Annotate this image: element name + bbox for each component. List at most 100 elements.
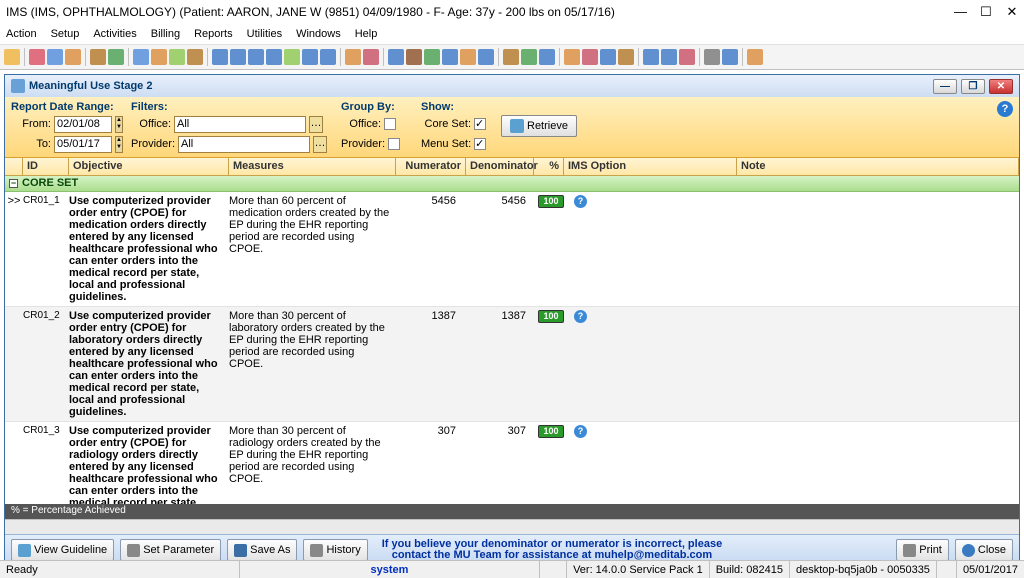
provider-input[interactable]	[178, 136, 310, 153]
retrieve-button[interactable]: Retrieve	[501, 115, 577, 137]
toolbar-icon[interactable]	[345, 49, 361, 65]
menu-setup[interactable]: Setup	[51, 28, 80, 40]
toolbar-icon[interactable]	[503, 49, 519, 65]
from-date-input[interactable]	[54, 116, 112, 133]
to-date-input[interactable]	[54, 136, 112, 153]
toolbar-icon[interactable]	[320, 49, 336, 65]
menu-action[interactable]: Action	[6, 28, 37, 40]
help-icon[interactable]: ?	[997, 101, 1013, 117]
collapse-icon[interactable]: −	[9, 179, 18, 188]
close-button[interactable]: ✕	[1006, 4, 1018, 20]
menu-activities[interactable]: Activities	[93, 28, 136, 40]
toolbar-icon[interactable]	[302, 49, 318, 65]
toolbar-icon[interactable]	[187, 49, 203, 65]
col-id[interactable]: ID	[23, 158, 69, 175]
menu-billing[interactable]: Billing	[151, 28, 180, 40]
table-row[interactable]: CR01_2Use computerized provider order en…	[5, 307, 1019, 422]
toolbar-icon[interactable]	[90, 49, 106, 65]
provider-lookup-button[interactable]: …	[313, 136, 327, 153]
panel-close-button[interactable]: ✕	[989, 79, 1013, 94]
toolbar-icon[interactable]	[151, 49, 167, 65]
toolbar-icon[interactable]	[65, 49, 81, 65]
from-spinner[interactable]: ▲▼	[115, 116, 123, 133]
row-percent: 100	[534, 310, 564, 418]
to-spinner[interactable]: ▲▼	[115, 136, 123, 153]
panel-title: Meaningful Use Stage 2	[29, 80, 152, 92]
office-lookup-button[interactable]: …	[309, 116, 323, 133]
minimize-button[interactable]: —	[954, 4, 966, 20]
toolbar-icon[interactable]	[679, 49, 695, 65]
toolbar-icon[interactable]	[212, 49, 228, 65]
toolbar-icon[interactable]	[600, 49, 616, 65]
menu-bar: Action Setup Activities Billing Reports …	[0, 24, 1024, 44]
group-office-checkbox[interactable]	[384, 118, 396, 130]
table-row[interactable]: >>CR01_1Use computerized provider order …	[5, 192, 1019, 307]
group-provider-checkbox[interactable]	[388, 138, 400, 150]
table-row[interactable]: CR01_3Use computerized provider order en…	[5, 422, 1019, 504]
col-imsoption[interactable]: IMS Option	[564, 158, 737, 175]
col-numerator[interactable]: Numerator	[396, 158, 466, 175]
toolbar-icon[interactable]	[363, 49, 379, 65]
office-input[interactable]	[174, 116, 306, 133]
toolbar-icon[interactable]	[478, 49, 494, 65]
toolbar-icon[interactable]	[722, 49, 738, 65]
info-icon[interactable]: ?	[574, 425, 587, 438]
panel-restore-button[interactable]: ❐	[961, 79, 985, 94]
col-percent[interactable]: %	[534, 158, 564, 175]
close-panel-button[interactable]: Close	[955, 539, 1013, 561]
toolbar-icon[interactable]	[108, 49, 124, 65]
coreset-checkbox[interactable]	[474, 118, 486, 130]
toolbar-icon[interactable]	[424, 49, 440, 65]
grid-body[interactable]: −CORE SET>>CR01_1Use computerized provid…	[5, 176, 1019, 504]
maximize-button[interactable]: ☐	[980, 4, 992, 20]
menu-utilities[interactable]: Utilities	[247, 28, 282, 40]
toolbar-icon[interactable]	[133, 49, 149, 65]
toolbar-icon[interactable]	[704, 49, 720, 65]
col-note[interactable]: Note	[737, 158, 1019, 175]
toolbar-icon[interactable]	[284, 49, 300, 65]
menuset-checkbox[interactable]	[474, 138, 486, 150]
horizontal-scrollbar[interactable]	[5, 519, 1019, 534]
col-objective[interactable]: Objective	[69, 158, 229, 175]
save-as-button[interactable]: Save As	[227, 539, 297, 561]
toolbar-icon[interactable]	[747, 49, 763, 65]
col-denominator[interactable]: Denominator	[466, 158, 534, 175]
status-build: Build: 082415	[710, 561, 790, 578]
toolbar-icon[interactable]	[643, 49, 659, 65]
row-measure: More than 60 percent of medication order…	[229, 195, 396, 303]
toolbar-icon[interactable]	[442, 49, 458, 65]
toolbar-icon[interactable]	[248, 49, 264, 65]
toolbar-icon[interactable]	[582, 49, 598, 65]
row-numerator: 307	[396, 425, 466, 504]
toolbar-icon[interactable]	[4, 49, 20, 65]
menu-help[interactable]: Help	[355, 28, 378, 40]
status-ready: Ready	[0, 561, 240, 578]
toolbar-icon[interactable]	[230, 49, 246, 65]
window-title: IMS (IMS, OPHTHALMOLOGY) (Patient: AARON…	[6, 5, 954, 19]
row-marker	[5, 425, 23, 504]
menu-reports[interactable]: Reports	[194, 28, 233, 40]
toolbar-icon[interactable]	[266, 49, 282, 65]
toolbar-icon[interactable]	[521, 49, 537, 65]
toolbar-icon[interactable]	[539, 49, 555, 65]
panel-minimize-button[interactable]: —	[933, 79, 957, 94]
info-icon[interactable]: ?	[574, 310, 587, 323]
toolbar-icon[interactable]	[618, 49, 634, 65]
set-parameter-button[interactable]: Set Parameter	[120, 539, 221, 561]
menu-windows[interactable]: Windows	[296, 28, 341, 40]
toolbar-icon[interactable]	[460, 49, 476, 65]
toolbar-icon[interactable]	[169, 49, 185, 65]
toolbar-icon[interactable]	[388, 49, 404, 65]
toolbar-icon[interactable]	[47, 49, 63, 65]
info-icon[interactable]: ?	[574, 195, 587, 208]
view-guideline-button[interactable]: View Guideline	[11, 539, 114, 561]
print-button[interactable]: Print	[896, 539, 949, 561]
history-button[interactable]: History	[303, 539, 367, 561]
group-row[interactable]: −CORE SET	[5, 176, 1019, 192]
row-measure: More than 30 percent of laboratory order…	[229, 310, 396, 418]
toolbar-icon[interactable]	[661, 49, 677, 65]
toolbar-icon[interactable]	[29, 49, 45, 65]
toolbar-icon[interactable]	[564, 49, 580, 65]
toolbar-icon[interactable]	[406, 49, 422, 65]
col-measures[interactable]: Measures	[229, 158, 396, 175]
